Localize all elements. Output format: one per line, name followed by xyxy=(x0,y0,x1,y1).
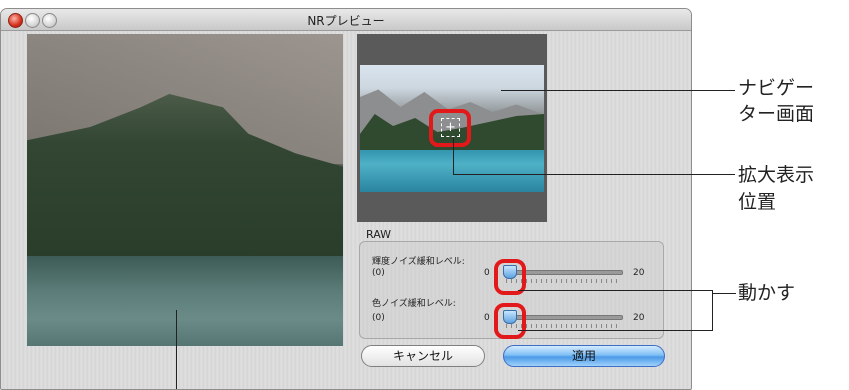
preview-lake-area xyxy=(27,256,343,346)
luminance-noise-label: 輝度ノイズ緩和レベル: xyxy=(372,257,465,267)
window-title: NRプレビュー xyxy=(307,14,385,28)
move-callout-line-top xyxy=(518,290,713,291)
navigator-callout-line xyxy=(501,90,735,91)
color-slider-min: 0 xyxy=(484,313,490,323)
crosshair-icon: + xyxy=(441,118,460,137)
zoom-callout-line1: 拡大表示 xyxy=(738,164,815,186)
move-callout-stub xyxy=(712,293,736,294)
luminance-slider-max: 20 xyxy=(633,268,645,278)
navigator-callout-line2: ター画面 xyxy=(738,103,815,125)
color-noise-current-value: (0) xyxy=(372,313,385,323)
navigator-callout-line1: ナビゲー xyxy=(738,77,815,99)
apply-button[interactable]: 適用 xyxy=(503,345,665,367)
move-callout-bracket xyxy=(712,290,713,331)
preview-callout-line xyxy=(176,310,177,389)
luminance-slider-min: 0 xyxy=(484,268,490,278)
zoom-position-marker[interactable]: + xyxy=(429,109,471,147)
title-bar[interactable]: NRプレビュー xyxy=(1,9,691,31)
move-callout: 動かす xyxy=(738,282,796,304)
cancel-button[interactable]: キャンセル xyxy=(361,345,485,367)
zoom-callout-horizontal-line xyxy=(453,174,735,175)
luminance-noise-current-value: (0) xyxy=(372,268,385,278)
preview-image[interactable] xyxy=(27,34,343,346)
color-highlight-ring xyxy=(494,303,526,339)
color-noise-label: 色ノイズ緩和レベル: xyxy=(372,299,456,309)
move-callout-line-bottom xyxy=(518,330,713,331)
zoom-callout-vertical-line xyxy=(453,138,454,174)
raw-group-label: RAW xyxy=(366,228,391,241)
zoom-callout-line2: 位置 xyxy=(738,191,777,213)
color-slider-max: 20 xyxy=(633,313,645,323)
